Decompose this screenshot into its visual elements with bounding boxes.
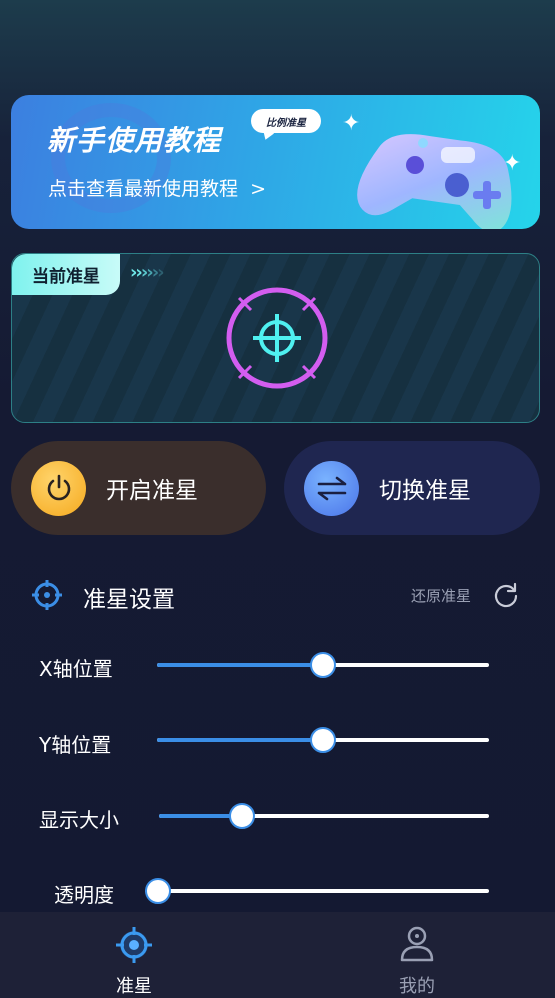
banner-subtitle: 点击查看最新使用教程 >	[48, 178, 267, 200]
user-icon	[400, 926, 434, 962]
switch-crosshair-button[interactable]: 切换准星	[284, 441, 540, 535]
chevrons-decoration: ››››››	[130, 262, 165, 283]
crosshair-preview-icon	[226, 287, 328, 389]
slider-label-size: 显示大小	[39, 808, 119, 832]
tab-crosshair[interactable]: 准星	[84, 922, 184, 998]
bottom-tab-bar: 准星 我的	[0, 912, 555, 998]
slider-fill	[157, 663, 323, 667]
chevron-right-icon: >	[250, 178, 267, 200]
gamepad-icon	[357, 134, 512, 229]
slider-label-opacity: 透明度	[54, 883, 114, 907]
slider-label-y: Y轴位置	[39, 733, 112, 757]
enable-crosshair-button[interactable]: 开启准星	[11, 441, 266, 535]
x-position-slider[interactable]	[157, 652, 489, 678]
banner-title: 新手使用教程	[47, 124, 222, 157]
tab-crosshair-label: 准星	[116, 976, 152, 997]
current-crosshair-card: 当前准星 ››››››	[11, 253, 540, 423]
opacity-slider[interactable]	[145, 878, 489, 904]
slider-label-x: X轴位置	[39, 657, 113, 681]
power-icon	[31, 460, 86, 516]
switch-arrows-icon	[304, 460, 359, 516]
tutorial-banner[interactable]: 新手使用教程 比例准星 点击查看最新使用教程 > ✦ ✦	[11, 95, 540, 229]
tab-mine[interactable]: 我的	[367, 922, 467, 998]
enable-crosshair-label: 开启准星	[106, 478, 198, 504]
slider-knob[interactable]	[228, 803, 255, 829]
reset-crosshair-button[interactable]: 还原准星	[411, 585, 471, 606]
tab-mine-label: 我的	[399, 976, 435, 997]
refresh-icon[interactable]	[492, 581, 520, 609]
slider-knob[interactable]	[145, 878, 171, 904]
slider-knob[interactable]	[310, 727, 336, 753]
size-slider[interactable]	[159, 803, 489, 829]
current-crosshair-tag: 当前准星	[12, 254, 120, 295]
crosshair-settings-icon	[32, 580, 62, 610]
switch-crosshair-label: 切换准星	[379, 478, 471, 504]
settings-title: 准星设置	[83, 587, 175, 613]
slider-track	[145, 889, 489, 893]
banner-bubble: 比例准星	[251, 109, 321, 133]
slider-knob[interactable]	[310, 652, 336, 678]
crosshair-tab-icon	[116, 927, 152, 963]
y-position-slider[interactable]	[157, 727, 489, 753]
slider-fill	[157, 738, 323, 742]
